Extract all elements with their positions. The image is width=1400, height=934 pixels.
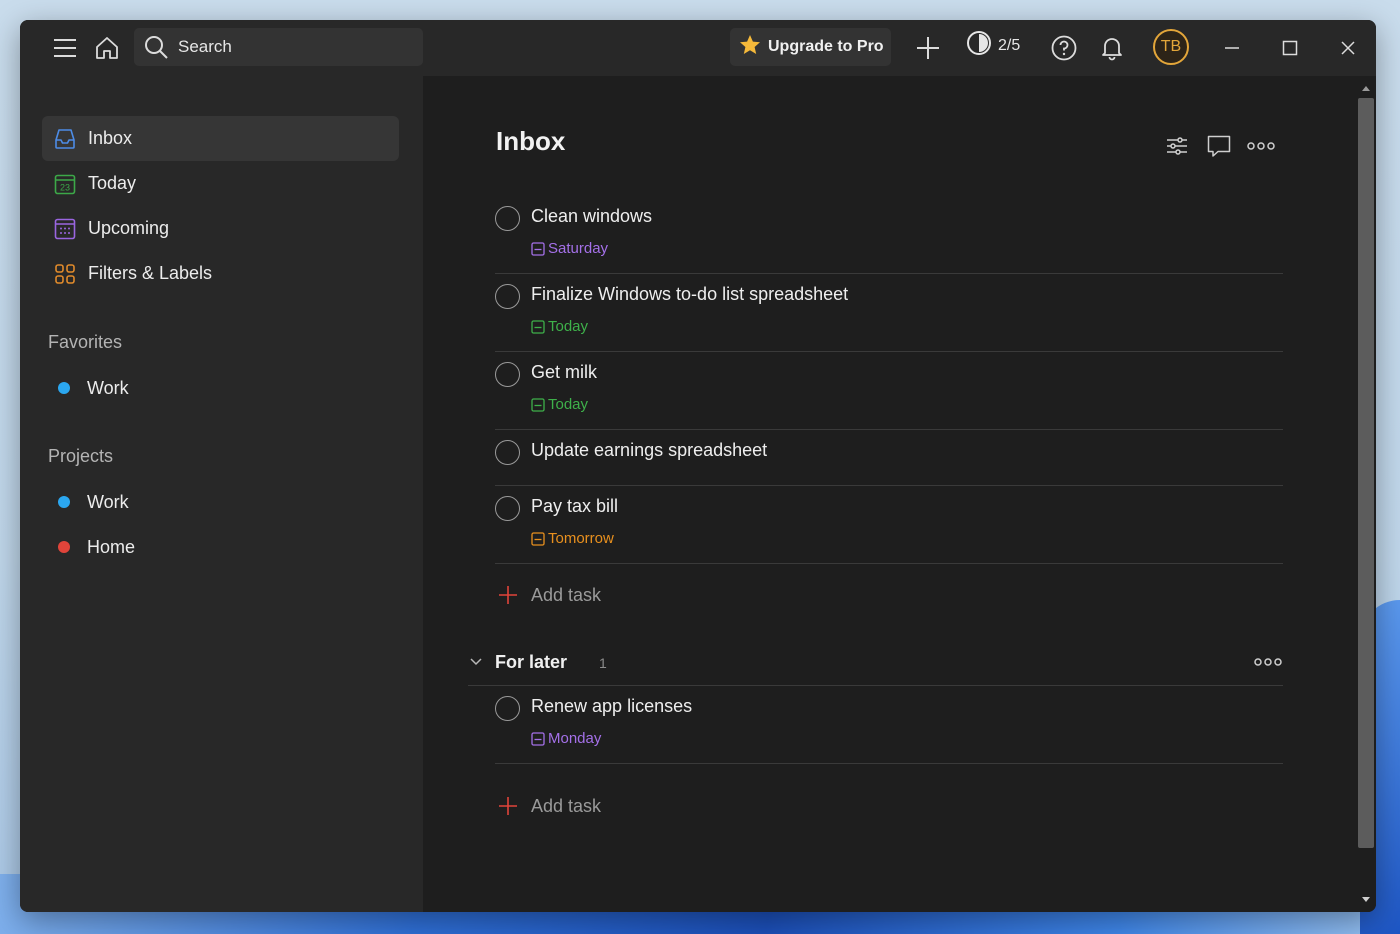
add-task-label: Add task bbox=[531, 795, 602, 816]
filters-grid-icon bbox=[52, 261, 78, 287]
user-avatar[interactable]: TB bbox=[1153, 29, 1189, 65]
minimize-window-icon[interactable] bbox=[1214, 30, 1250, 66]
upgrade-to-pro-button[interactable]: Upgrade to Pro bbox=[730, 28, 891, 66]
inbox-icon bbox=[52, 126, 78, 152]
task-due-date-label: Monday bbox=[548, 730, 602, 747]
search-placeholder: Search bbox=[178, 37, 232, 56]
sidebar-item-label: Upcoming bbox=[88, 218, 170, 238]
plus-icon bbox=[495, 582, 521, 608]
productivity-karma[interactable]: 2/5 bbox=[966, 30, 1020, 61]
section-task-count: 1 bbox=[599, 655, 607, 671]
task-due-date[interactable]: Tomorrow bbox=[531, 530, 614, 547]
progress-ring-icon bbox=[966, 30, 992, 61]
projects-heading[interactable]: Projects bbox=[48, 446, 113, 467]
app-window: Search Upgrade to Pro 2/5 TB Inbox 23 To… bbox=[20, 20, 1376, 912]
calendar-icon bbox=[531, 731, 545, 746]
task-title[interactable]: Renew app licenses bbox=[531, 696, 692, 717]
sidebar-item-today[interactable]: 23 Today bbox=[42, 161, 399, 206]
search-icon bbox=[142, 33, 170, 61]
view-actions bbox=[1161, 130, 1277, 162]
favorite-item-work[interactable]: Work bbox=[42, 368, 399, 408]
project-color-dot bbox=[58, 496, 70, 508]
upgrade-label: Upgrade to Pro bbox=[768, 38, 884, 55]
project-color-dot bbox=[58, 382, 70, 394]
star-icon bbox=[738, 33, 762, 62]
scroll-up-arrow-icon[interactable] bbox=[1356, 78, 1376, 98]
task-complete-checkbox[interactable] bbox=[495, 284, 520, 309]
task-row[interactable]: Update earnings spreadsheet bbox=[495, 430, 1283, 486]
sidebar-item-inbox[interactable]: Inbox bbox=[42, 116, 399, 161]
section-more-options-icon[interactable] bbox=[1253, 652, 1283, 672]
task-complete-checkbox[interactable] bbox=[495, 440, 520, 465]
chevron-down-icon[interactable] bbox=[468, 654, 486, 672]
plus-icon bbox=[495, 793, 521, 819]
task-row[interactable]: Get milk Today bbox=[495, 352, 1283, 430]
notifications-bell-icon[interactable] bbox=[1094, 30, 1130, 66]
home-icon[interactable] bbox=[89, 30, 125, 66]
karma-count: 2/5 bbox=[998, 36, 1021, 54]
task-title[interactable]: Pay tax bill bbox=[531, 496, 618, 517]
calendar-today-icon: 23 bbox=[52, 171, 78, 197]
quick-add-icon[interactable] bbox=[910, 30, 946, 66]
section-title[interactable]: For later bbox=[495, 652, 567, 673]
task-title[interactable]: Clean windows bbox=[531, 206, 652, 227]
task-complete-checkbox[interactable] bbox=[495, 496, 520, 521]
view-options-sliders-icon[interactable] bbox=[1161, 130, 1193, 162]
task-row[interactable]: Finalize Windows to-do list spreadsheet … bbox=[495, 274, 1283, 352]
task-row[interactable]: Renew app licenses Monday bbox=[495, 686, 1283, 764]
sidebar-item-label: Filters & Labels bbox=[88, 263, 213, 283]
task-due-date-label: Today bbox=[548, 396, 589, 413]
add-task-label: Add task bbox=[531, 584, 602, 605]
project-item-label: Work bbox=[87, 491, 129, 512]
task-title[interactable]: Finalize Windows to-do list spreadsheet bbox=[531, 284, 848, 305]
project-item-work[interactable]: Work bbox=[42, 482, 399, 522]
help-icon[interactable] bbox=[1046, 30, 1082, 66]
comments-icon[interactable] bbox=[1203, 130, 1235, 162]
task-complete-checkbox[interactable] bbox=[495, 362, 520, 387]
calendar-icon bbox=[531, 531, 545, 546]
close-window-icon[interactable] bbox=[1330, 30, 1366, 66]
favorites-heading[interactable]: Favorites bbox=[48, 332, 122, 353]
add-task-button[interactable]: Add task bbox=[495, 575, 1283, 615]
vertical-scrollbar[interactable] bbox=[1356, 76, 1376, 912]
project-item-home[interactable]: Home bbox=[42, 527, 399, 567]
main-content: Inbox Clean windows Saturday Finalize Wi… bbox=[423, 76, 1356, 912]
sidebar-item-label: Inbox bbox=[88, 128, 133, 148]
scroll-down-arrow-icon[interactable] bbox=[1356, 890, 1376, 910]
task-due-date[interactable]: Saturday bbox=[531, 240, 608, 257]
calendar-grid-icon bbox=[52, 216, 78, 242]
task-title[interactable]: Get milk bbox=[531, 362, 597, 383]
title-bar: Search Upgrade to Pro 2/5 TB bbox=[20, 20, 1376, 76]
page-title: Inbox bbox=[496, 126, 566, 156]
section-header-for-later: For later 1 bbox=[468, 646, 1283, 686]
task-due-date[interactable]: Today bbox=[531, 318, 588, 335]
sidebar: Inbox 23 Today Upcoming Filters & Labels… bbox=[20, 76, 423, 912]
favorite-item-label: Work bbox=[87, 377, 129, 398]
task-due-date-label: Saturday bbox=[548, 240, 609, 257]
menu-icon[interactable] bbox=[47, 30, 83, 66]
maximize-window-icon[interactable] bbox=[1272, 30, 1308, 66]
task-complete-checkbox[interactable] bbox=[495, 206, 520, 231]
task-due-date-label: Tomorrow bbox=[548, 530, 614, 547]
project-color-dot bbox=[58, 541, 70, 553]
task-row[interactable]: Clean windows Saturday bbox=[495, 196, 1283, 274]
sidebar-item-upcoming[interactable]: Upcoming bbox=[42, 206, 399, 251]
sidebar-item-filters-labels[interactable]: Filters & Labels bbox=[42, 251, 399, 296]
more-options-icon[interactable] bbox=[1245, 130, 1277, 162]
today-day-number: 23 bbox=[60, 182, 70, 192]
scrollbar-thumb[interactable] bbox=[1358, 98, 1374, 848]
sidebar-item-label: Today bbox=[88, 173, 137, 193]
task-row[interactable]: Pay tax bill Tomorrow bbox=[495, 486, 1283, 564]
task-due-date-label: Today bbox=[548, 318, 589, 335]
calendar-icon bbox=[531, 319, 545, 334]
project-item-label: Home bbox=[87, 536, 136, 557]
task-due-date[interactable]: Today bbox=[531, 396, 588, 413]
task-due-date[interactable]: Monday bbox=[531, 730, 601, 747]
task-title[interactable]: Update earnings spreadsheet bbox=[531, 440, 767, 461]
search-input[interactable]: Search bbox=[134, 28, 423, 66]
task-complete-checkbox[interactable] bbox=[495, 696, 520, 721]
calendar-icon bbox=[531, 241, 545, 256]
calendar-icon bbox=[531, 397, 545, 412]
add-task-button-section[interactable]: Add task bbox=[495, 786, 1283, 826]
